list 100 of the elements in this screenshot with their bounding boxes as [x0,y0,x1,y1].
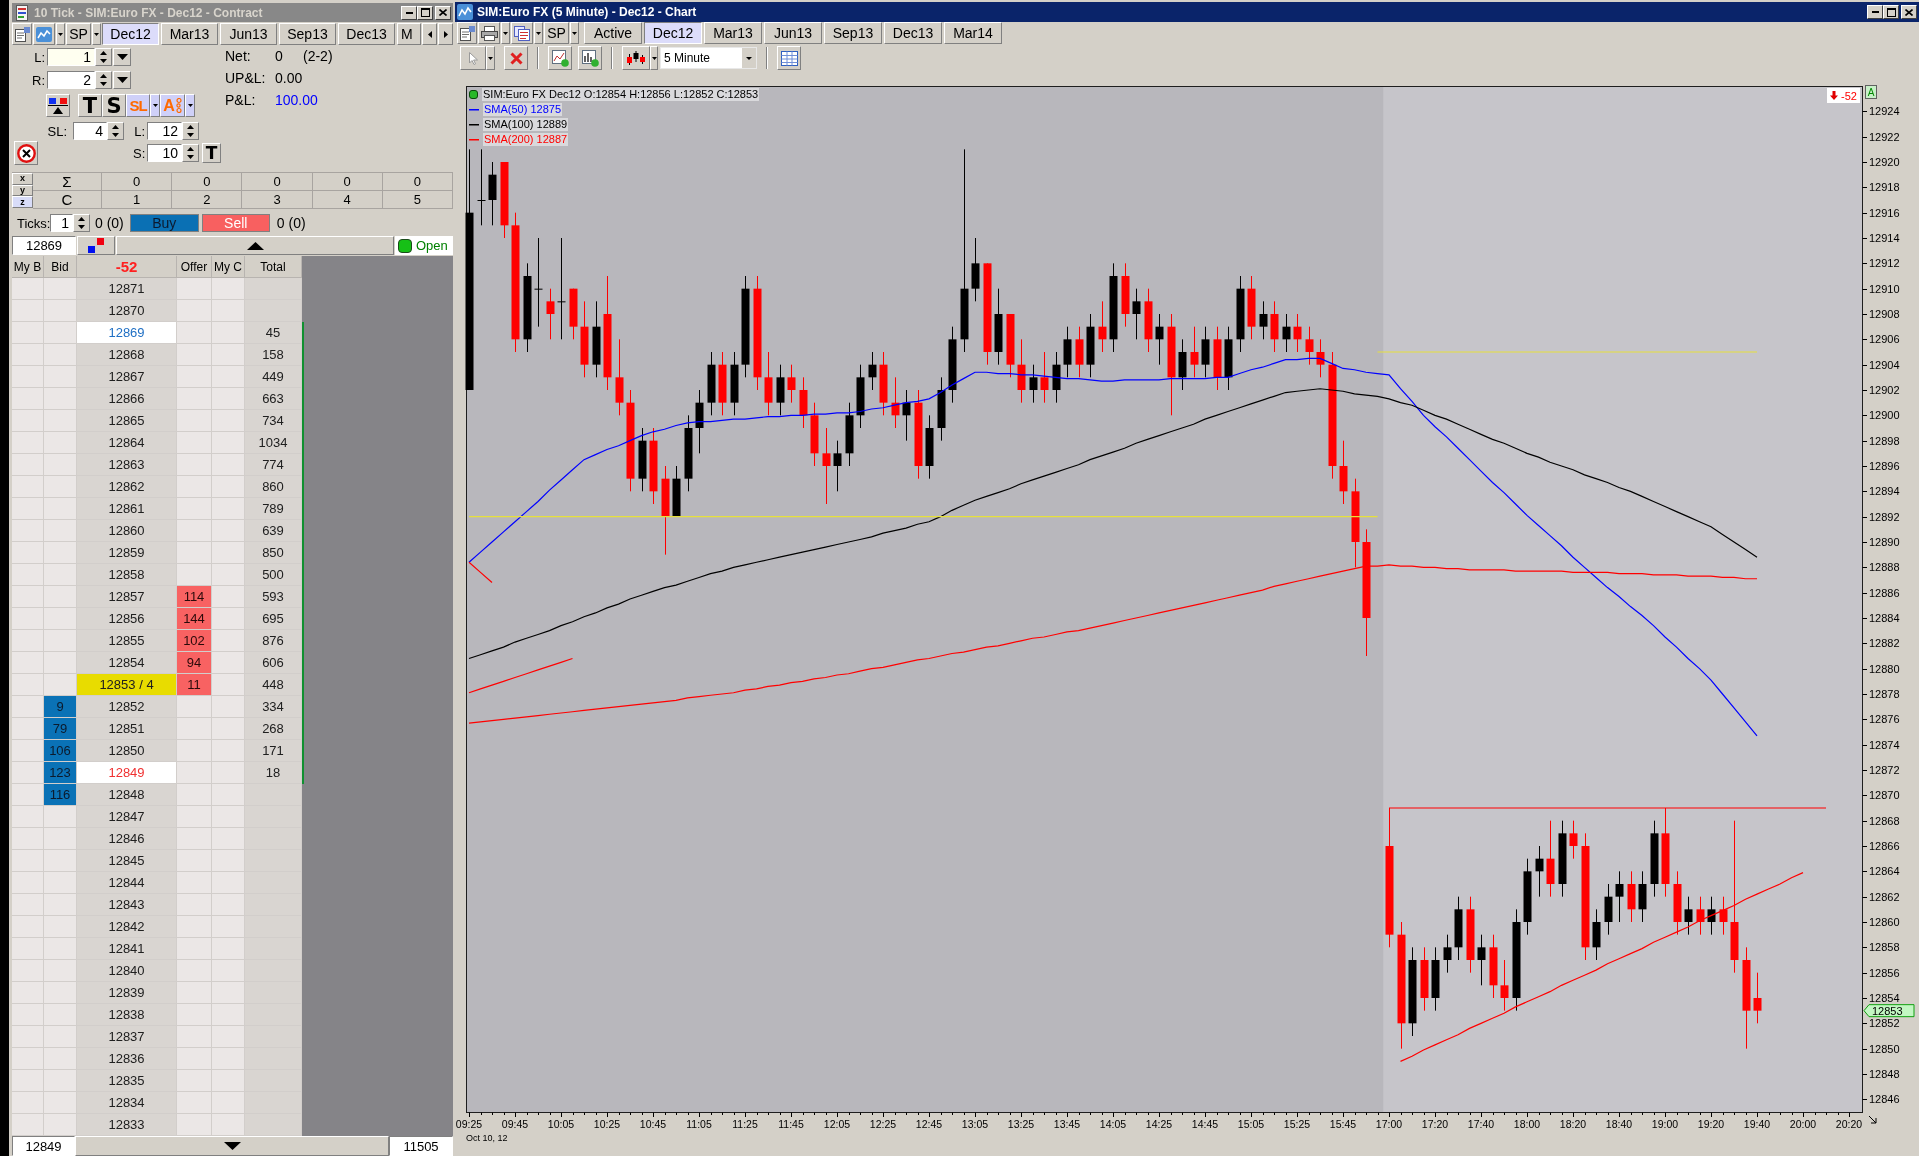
table-cell[interactable] [44,388,77,410]
table-cell[interactable] [212,806,245,828]
offer-size-cell[interactable]: 114 [177,586,212,608]
table-cell[interactable] [12,278,44,300]
instrument-menu[interactable]: SP [544,22,569,44]
table-cell[interactable] [12,762,44,784]
table-cell[interactable] [177,498,212,520]
spinner[interactable] [107,122,124,140]
table-cell[interactable] [177,916,212,938]
table-cell[interactable] [12,1026,44,1048]
contract-tab[interactable]: Sep13 [279,23,336,45]
table-cell[interactable] [12,828,44,850]
number-field[interactable]: 1 [47,48,95,66]
table-cell[interactable] [44,432,77,454]
table-cell[interactable] [212,454,245,476]
strategy-button[interactable]: S [102,94,126,117]
table-cell[interactable] [12,894,44,916]
pointer-button[interactable] [460,46,486,70]
table-cell[interactable] [12,718,44,740]
offer-size-cell[interactable]: 94 [177,652,212,674]
table-cell[interactable] [177,762,212,784]
table-cell[interactable] [12,1114,44,1136]
table-cell[interactable] [12,1070,44,1092]
table-cell[interactable] [212,608,245,630]
table-cell[interactable] [212,784,245,806]
table-cell[interactable] [12,432,44,454]
table-cell[interactable] [177,300,212,322]
properties-button[interactable] [12,23,32,45]
table-cell[interactable] [44,608,77,630]
table-cell[interactable] [12,586,44,608]
spinner[interactable] [95,71,112,89]
spinner[interactable] [73,214,90,232]
table-cell[interactable] [44,872,77,894]
table-cell[interactable] [44,828,77,850]
table-cell[interactable] [44,1026,77,1048]
table-cell[interactable] [12,300,44,322]
table-cell[interactable] [177,1048,212,1070]
table-cell[interactable] [212,1070,245,1092]
table-cell[interactable] [12,608,44,630]
table-cell[interactable] [177,564,212,586]
table-cell[interactable] [44,454,77,476]
table-cell[interactable] [212,740,245,762]
table-cell[interactable] [12,696,44,718]
table-cell[interactable] [177,938,212,960]
table-cell[interactable] [44,410,77,432]
table-cell[interactable] [177,1092,212,1114]
table-cell[interactable] [212,894,245,916]
table-cell[interactable] [12,564,44,586]
dropdown-button[interactable] [650,46,658,70]
table-cell[interactable] [12,366,44,388]
table-cell[interactable] [12,1048,44,1070]
table-cell[interactable] [212,916,245,938]
table-cell[interactable] [44,960,77,982]
table-cell[interactable] [212,366,245,388]
autoscale-button[interactable]: A [1865,85,1877,99]
table-cell[interactable] [177,388,212,410]
interval-dropdown[interactable]: 5 Minute [660,47,757,69]
table-cell[interactable] [177,740,212,762]
table-cell[interactable] [212,564,245,586]
table-cell[interactable] [12,322,44,344]
table-cell[interactable] [44,278,77,300]
table-cell[interactable] [44,520,77,542]
contract-tab[interactable]: Active [584,22,642,44]
table-cell[interactable] [44,322,77,344]
scroll-down-button[interactable] [75,1136,389,1156]
instrument-list-button[interactable] [511,22,533,44]
table-cell[interactable] [212,432,245,454]
table-cell[interactable] [44,652,77,674]
strategy-button[interactable] [46,94,70,117]
table-cell[interactable] [44,1048,77,1070]
table-cell[interactable] [177,806,212,828]
table-cell[interactable] [44,630,77,652]
table-cell[interactable] [212,872,245,894]
spinner[interactable] [95,48,112,66]
close-button[interactable] [1901,5,1917,19]
table-cell[interactable] [12,410,44,432]
table-cell[interactable] [177,454,212,476]
spinner[interactable] [182,144,199,162]
table-cell[interactable] [212,1048,245,1070]
table-cell[interactable] [44,542,77,564]
table-cell[interactable] [12,1092,44,1114]
table-cell[interactable] [44,1070,77,1092]
table-cell[interactable] [177,960,212,982]
table-cell[interactable] [177,432,212,454]
table-cell[interactable] [212,1026,245,1048]
table-cell[interactable] [212,828,245,850]
contract-tab[interactable]: Dec13 [338,23,395,45]
table-cell[interactable] [177,850,212,872]
dropdown-button[interactable] [113,48,131,66]
table-cell[interactable] [12,784,44,806]
table-cell[interactable] [12,806,44,828]
offer-size-cell[interactable]: 11 [177,674,212,696]
table-cell[interactable] [12,476,44,498]
table-cell[interactable] [177,784,212,806]
table-cell[interactable] [177,366,212,388]
table-cell[interactable] [12,388,44,410]
table-cell[interactable] [212,652,245,674]
scroll-left-button[interactable] [422,23,437,45]
table-cell[interactable] [12,674,44,696]
table-cell[interactable] [177,520,212,542]
